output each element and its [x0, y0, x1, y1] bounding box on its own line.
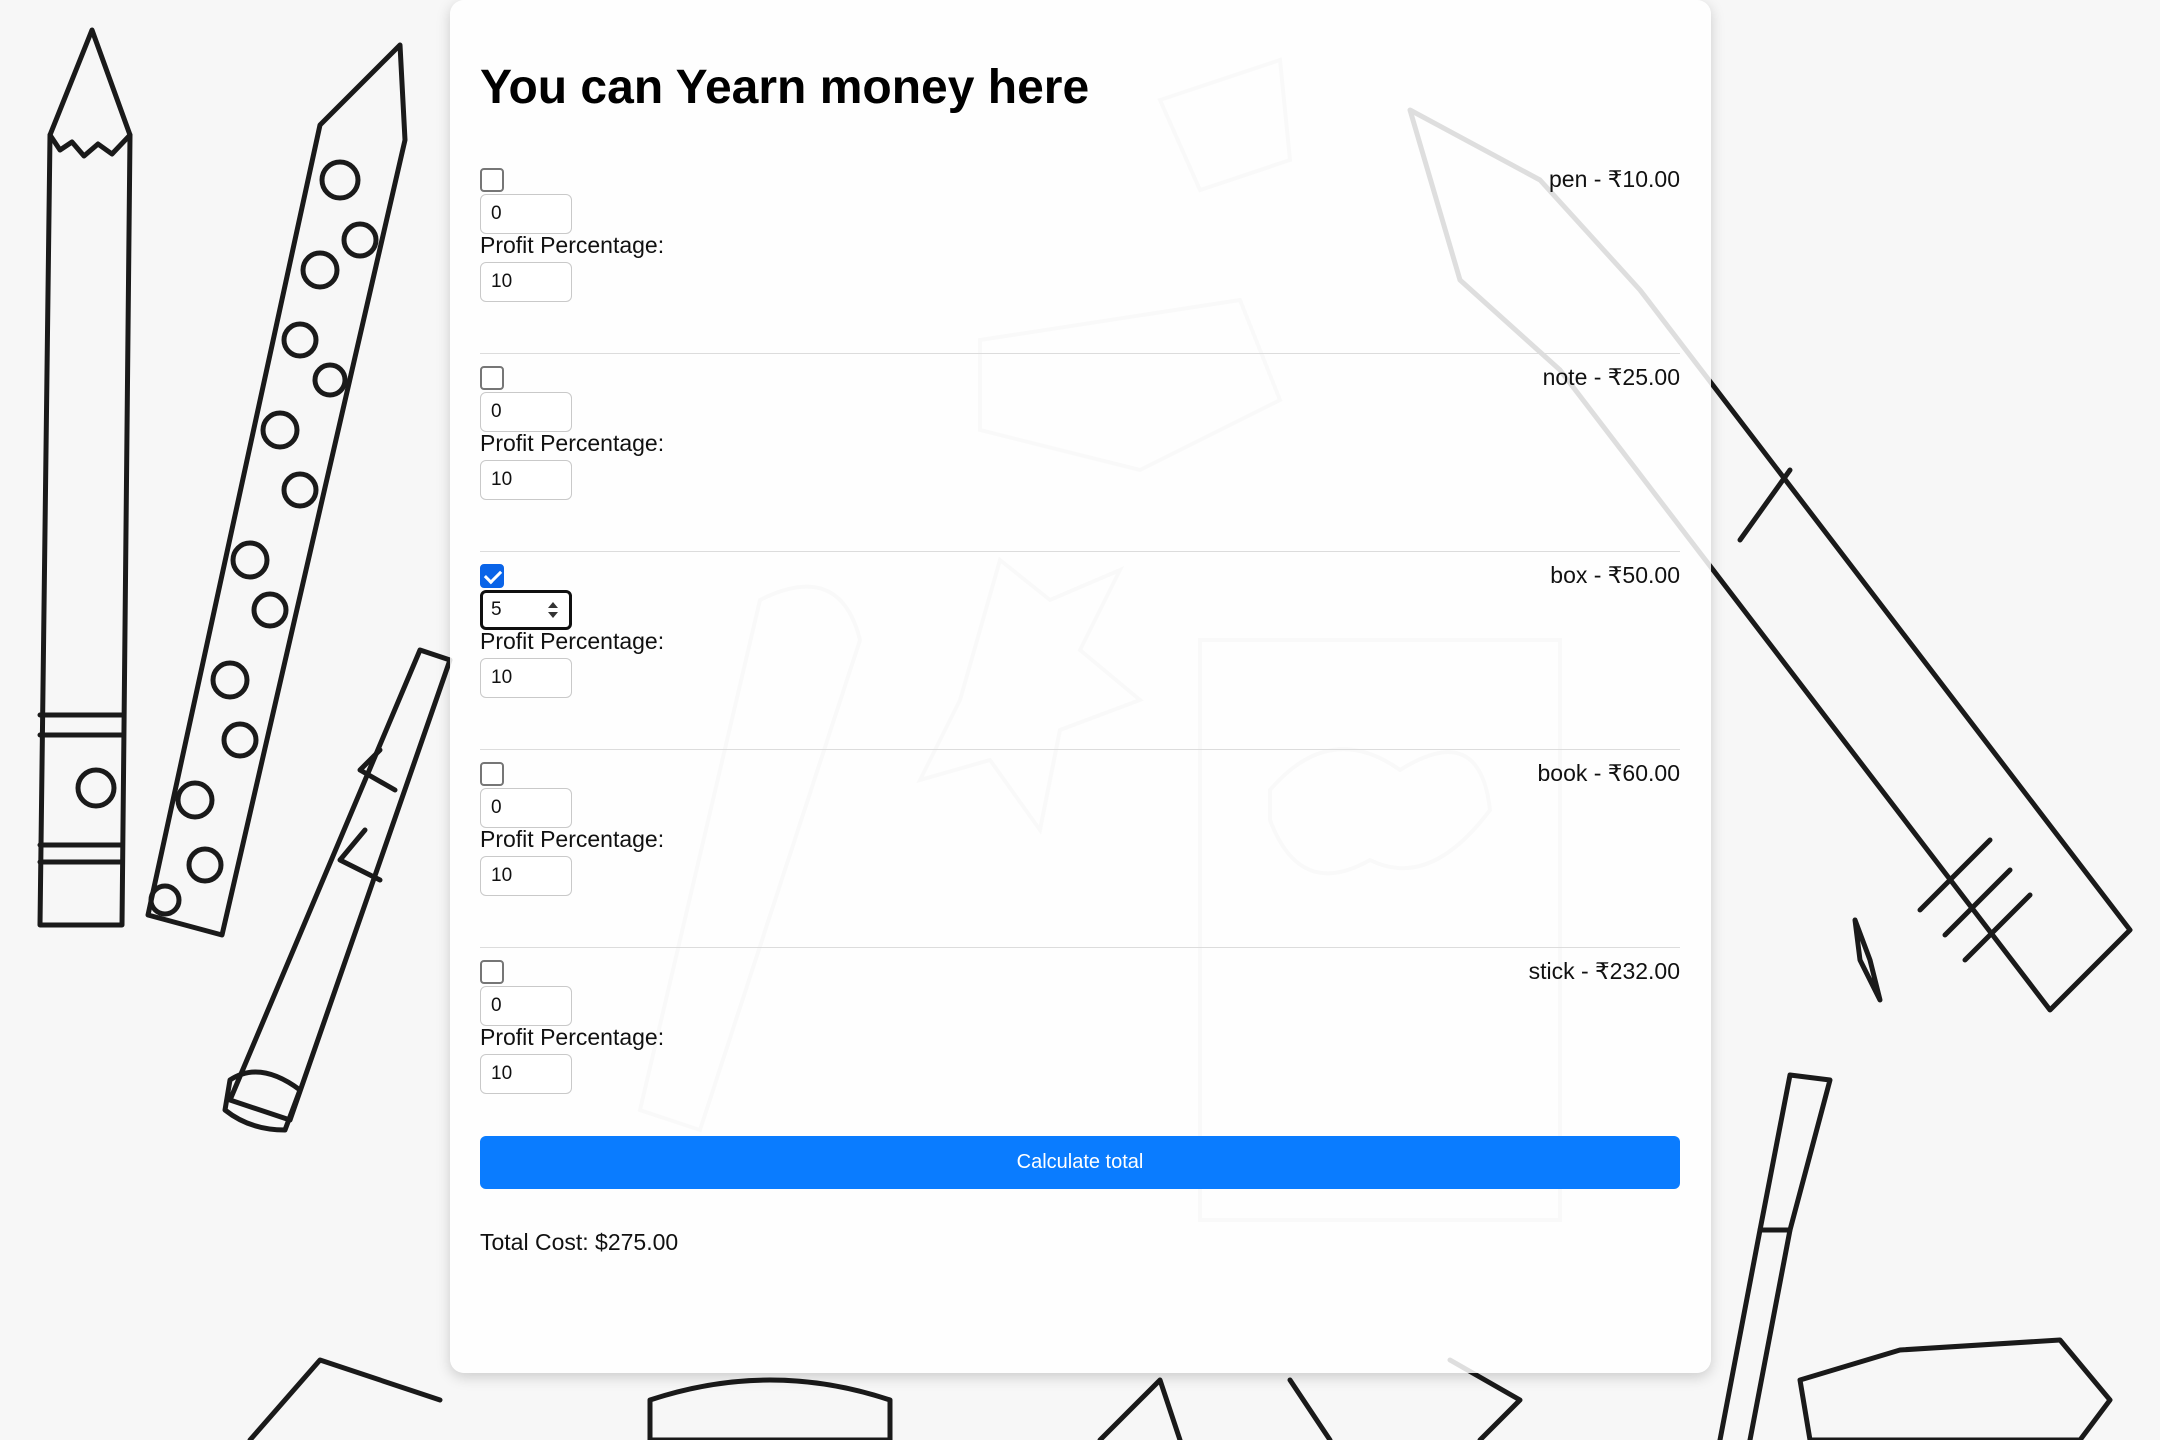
product-price-label: book - ₹60.00	[1537, 760, 1680, 786]
profit-percentage-input[interactable]: 10	[480, 658, 572, 698]
calculator-panel: You can Yearn money here 0 Profit Percen…	[450, 0, 1711, 1373]
product-checkbox[interactable]	[480, 762, 504, 786]
quantity-input[interactable]: 0	[480, 788, 572, 828]
quantity-input[interactable]: 0	[480, 986, 572, 1026]
profit-percentage-label: Profit Percentage:	[480, 628, 665, 654]
quantity-input[interactable]: 0	[480, 194, 572, 234]
product-item-pen: 0 Profit Percentage: 10 pen - ₹10.00	[480, 156, 1680, 354]
profit-percentage-input[interactable]: 10	[480, 1054, 572, 1094]
product-price-label: pen - ₹10.00	[1548, 166, 1680, 192]
page-title: You can Yearn money here	[480, 61, 1090, 114]
product-item-book: 0 Profit Percentage: 10 book - ₹60.00	[480, 750, 1680, 948]
product-item-box: 5 Profit Percentage: 10 box - ₹50.00	[480, 552, 1680, 750]
quantity-input[interactable]: 5	[480, 590, 572, 630]
profit-percentage-label: Profit Percentage:	[480, 232, 665, 258]
product-checkbox[interactable]	[480, 564, 504, 588]
profit-percentage-label: Profit Percentage:	[480, 430, 665, 456]
profit-percentage-input[interactable]: 10	[480, 856, 572, 896]
product-price-label: note - ₹25.00	[1542, 364, 1680, 390]
product-price-label: stick - ₹232.00	[1528, 958, 1680, 984]
profit-percentage-input[interactable]: 10	[480, 262, 572, 302]
total-cost-text: Total Cost: $275.00	[480, 1229, 679, 1255]
product-item-note: 0 Profit Percentage: 10 note - ₹25.00	[480, 354, 1680, 552]
profit-percentage-input[interactable]: 10	[480, 460, 572, 500]
product-item-stick: 0 Profit Percentage: 10 stick - ₹232.00	[480, 948, 1680, 1146]
profit-percentage-label: Profit Percentage:	[480, 1024, 665, 1050]
product-checkbox[interactable]	[480, 168, 504, 192]
product-list: 0 Profit Percentage: 10 pen - ₹10.00 0 P…	[480, 156, 1680, 1146]
quantity-input[interactable]: 0	[480, 392, 572, 432]
product-price-label: box - ₹50.00	[1550, 562, 1680, 588]
number-spinner-icon[interactable]	[547, 601, 559, 619]
product-checkbox[interactable]	[480, 366, 504, 390]
product-checkbox[interactable]	[480, 960, 504, 984]
profit-percentage-label: Profit Percentage:	[480, 826, 665, 852]
quantity-value: 5	[491, 599, 502, 620]
calculate-total-button[interactable]: Calculate total	[480, 1136, 1680, 1189]
